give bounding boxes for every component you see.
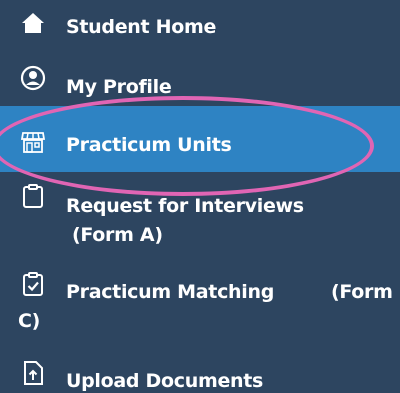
sidebar-item-label-line2: C) <box>18 310 41 332</box>
clipboard-icon <box>20 183 46 209</box>
sidebar-item-label: My Profile <box>66 76 172 98</box>
sidebar-item-label-line2: (Form A) <box>72 224 163 246</box>
home-icon <box>20 10 46 36</box>
sidebar-item-label: Practicum Units <box>66 134 232 156</box>
sidebar-item-label: Practicum Matching <box>66 281 275 303</box>
sidebar-item-label-right: (Form <box>331 281 393 303</box>
clipboard-check-icon <box>20 271 46 297</box>
sidebar-item-label: Upload Documents <box>66 370 264 392</box>
store-icon <box>20 129 46 155</box>
sidebar-item-upload-documents[interactable]: Upload Documents <box>0 352 400 392</box>
sidebar-item-student-home[interactable]: Student Home <box>0 0 400 52</box>
sidebar-item-request-for-interviews[interactable]: Request for Interviews (Form A) <box>0 178 400 256</box>
sidebar-item-label: Student Home <box>66 16 217 38</box>
sidebar-item-label: Request for Interviews <box>66 195 304 217</box>
sidebar-item-practicum-matching[interactable]: Practicum Matching (Form C) <box>0 266 400 342</box>
file-upload-icon <box>20 360 46 386</box>
sidebar-item-my-profile[interactable]: My Profile <box>0 58 400 104</box>
sidebar-item-practicum-units[interactable]: Practicum Units <box>0 106 400 172</box>
user-circle-icon <box>20 65 46 91</box>
